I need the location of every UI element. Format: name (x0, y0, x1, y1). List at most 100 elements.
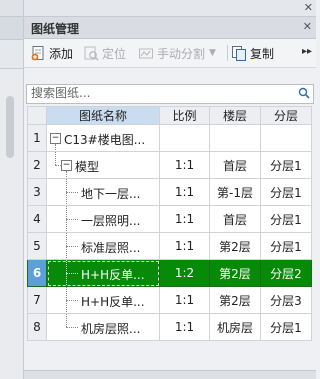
adjacent-pane (0, 0, 24, 379)
row-name: 地下一层... (81, 187, 141, 201)
table-row[interactable]: 7 H+H反单... 1:1 第2层 分层3 (27, 286, 312, 314)
add-button[interactable]: 添加 (30, 44, 73, 62)
panel-title: 图纸管理 (31, 22, 80, 36)
copy-button-label: 复制 (250, 46, 275, 61)
tree-line (66, 273, 78, 274)
tree-line (66, 246, 78, 247)
tree-line (66, 327, 78, 328)
row-layer: 分层1 (260, 151, 312, 179)
row-name-cell[interactable]: − C13#楼电图... (46, 124, 160, 152)
add-icon (30, 45, 46, 61)
split-icon (138, 45, 154, 61)
search-box (26, 84, 314, 104)
row-number: 6 (27, 259, 47, 287)
row-name-cell[interactable]: − 模型 (46, 151, 160, 179)
manual-split-button[interactable]: 手动分割 ▼ (138, 44, 216, 62)
row-scale: 1:2 (159, 259, 210, 287)
row-name: H+H反单... (81, 268, 145, 282)
window-close-icon[interactable]: ✕ (304, 1, 313, 14)
row-name-cell[interactable]: H+H反单... (46, 259, 160, 287)
row-floor: 第2层 (209, 259, 261, 287)
search-input[interactable] (27, 85, 291, 101)
toolbar-overflow-icon[interactable]: ▸▸ (302, 46, 312, 57)
row-scale: 1:1 (159, 205, 210, 233)
row-scale: 1:1 (159, 151, 210, 179)
row-floor: 机房层 (209, 313, 261, 341)
row-floor (209, 124, 261, 152)
column-header-scale[interactable]: 比例 (159, 106, 210, 125)
tree-line (66, 314, 67, 327)
row-number: 5 (27, 232, 47, 260)
row-name-cell[interactable]: 地下一层... (46, 178, 160, 206)
column-header-rownum (27, 106, 47, 125)
row-floor: 首层 (209, 151, 261, 179)
row-layer: 分层1 (260, 313, 312, 341)
row-name-cell[interactable]: 机房层照... (46, 313, 160, 341)
manual-split-button-label: 手动分割 (157, 46, 206, 61)
add-button-label: 添加 (49, 46, 74, 61)
row-name-cell[interactable]: H+H反单... (46, 286, 160, 314)
column-header-name[interactable]: 图纸名称 (46, 106, 160, 125)
row-layer (260, 124, 312, 152)
locate-icon (83, 45, 99, 61)
toolbar: 添加 定位 手动分割 ▼ 复制 ▸▸ (24, 39, 316, 68)
adjacent-pane-tab[interactable] (0, 17, 23, 40)
row-floor: 第-1层 (209, 178, 261, 206)
panel-close-icon[interactable]: ✕ (303, 20, 312, 33)
locate-button[interactable]: 定位 (83, 44, 126, 62)
table-row-selected[interactable]: 6 H+H反单... 1:2 第2层 分层2 (27, 259, 312, 287)
row-number: 8 (27, 313, 47, 341)
table-header-row: 图纸名称 比例 楼层 分层 (27, 106, 312, 125)
row-number: 3 (27, 178, 47, 206)
row-name: C13#楼电图... (64, 133, 146, 147)
copy-icon (231, 45, 247, 61)
row-name: 标准层照... (81, 241, 141, 255)
panel-header: 图纸管理 ✕ (24, 17, 316, 39)
tree-line (66, 219, 78, 220)
split-dropdown-icon[interactable]: ▼ (209, 48, 216, 58)
row-layer: 分层1 (260, 232, 312, 260)
row-number: 4 (27, 205, 47, 233)
horizontal-scrollbar[interactable] (24, 370, 316, 379)
tree-line (66, 300, 78, 301)
collapse-toggle-icon[interactable]: − (61, 160, 72, 171)
row-number: 7 (27, 286, 47, 314)
row-name: 一层照明... (81, 214, 141, 228)
row-layer: 分层2 (260, 259, 312, 287)
toolbar-separator (227, 45, 228, 61)
copy-button[interactable]: 复制 (231, 44, 274, 62)
window-titlebar: ✕ (24, 0, 316, 17)
adjacent-pane-titlebar (0, 0, 23, 17)
column-header-layer[interactable]: 分层 (260, 106, 312, 125)
table-row[interactable]: 2 − 模型 1:1 首层 分层1 (27, 151, 312, 179)
tree-line (66, 192, 78, 193)
collapse-toggle-icon[interactable]: − (50, 133, 61, 144)
table-row[interactable]: 5 标准层照... 1:1 第2层 分层1 (27, 232, 312, 260)
row-scale: 1:1 (159, 286, 210, 314)
row-floor: 第2层 (209, 232, 261, 260)
locate-button-label: 定位 (102, 46, 127, 61)
table-row[interactable]: 3 地下一层... 1:1 第-1层 分层1 (27, 178, 312, 206)
row-name: 机房层照... (81, 322, 141, 336)
row-number: 2 (27, 151, 47, 179)
adjacent-pane-scrollbar[interactable] (6, 96, 14, 158)
row-scale: 1:1 (159, 178, 210, 206)
row-name-cell[interactable]: 标准层照... (46, 232, 160, 260)
row-layer: 分层3 (260, 286, 312, 314)
search-icon[interactable] (298, 87, 310, 102)
row-floor: 首层 (209, 205, 261, 233)
row-floor: 第2层 (209, 286, 261, 314)
tree-line (55, 152, 56, 165)
table-row[interactable]: 4 一层照明... 1:1 首层 分层1 (27, 205, 312, 233)
table-row[interactable]: 1 − C13#楼电图... (27, 124, 312, 152)
row-number: 1 (27, 124, 47, 152)
row-scale (159, 124, 210, 152)
drawing-table: 图纸名称 比例 楼层 分层 1 − C13#楼电图... 2 − 模型 1:1 … (27, 106, 312, 341)
row-scale: 1:1 (159, 313, 210, 341)
table-row[interactable]: 8 机房层照... 1:1 机房层 分层1 (27, 313, 312, 341)
row-name-cell[interactable]: 一层照明... (46, 205, 160, 233)
column-header-floor[interactable]: 楼层 (209, 106, 261, 125)
row-layer: 分层1 (260, 178, 312, 206)
adjacent-pane-toolbar (0, 40, 23, 69)
row-name: H+H反单... (81, 295, 145, 309)
